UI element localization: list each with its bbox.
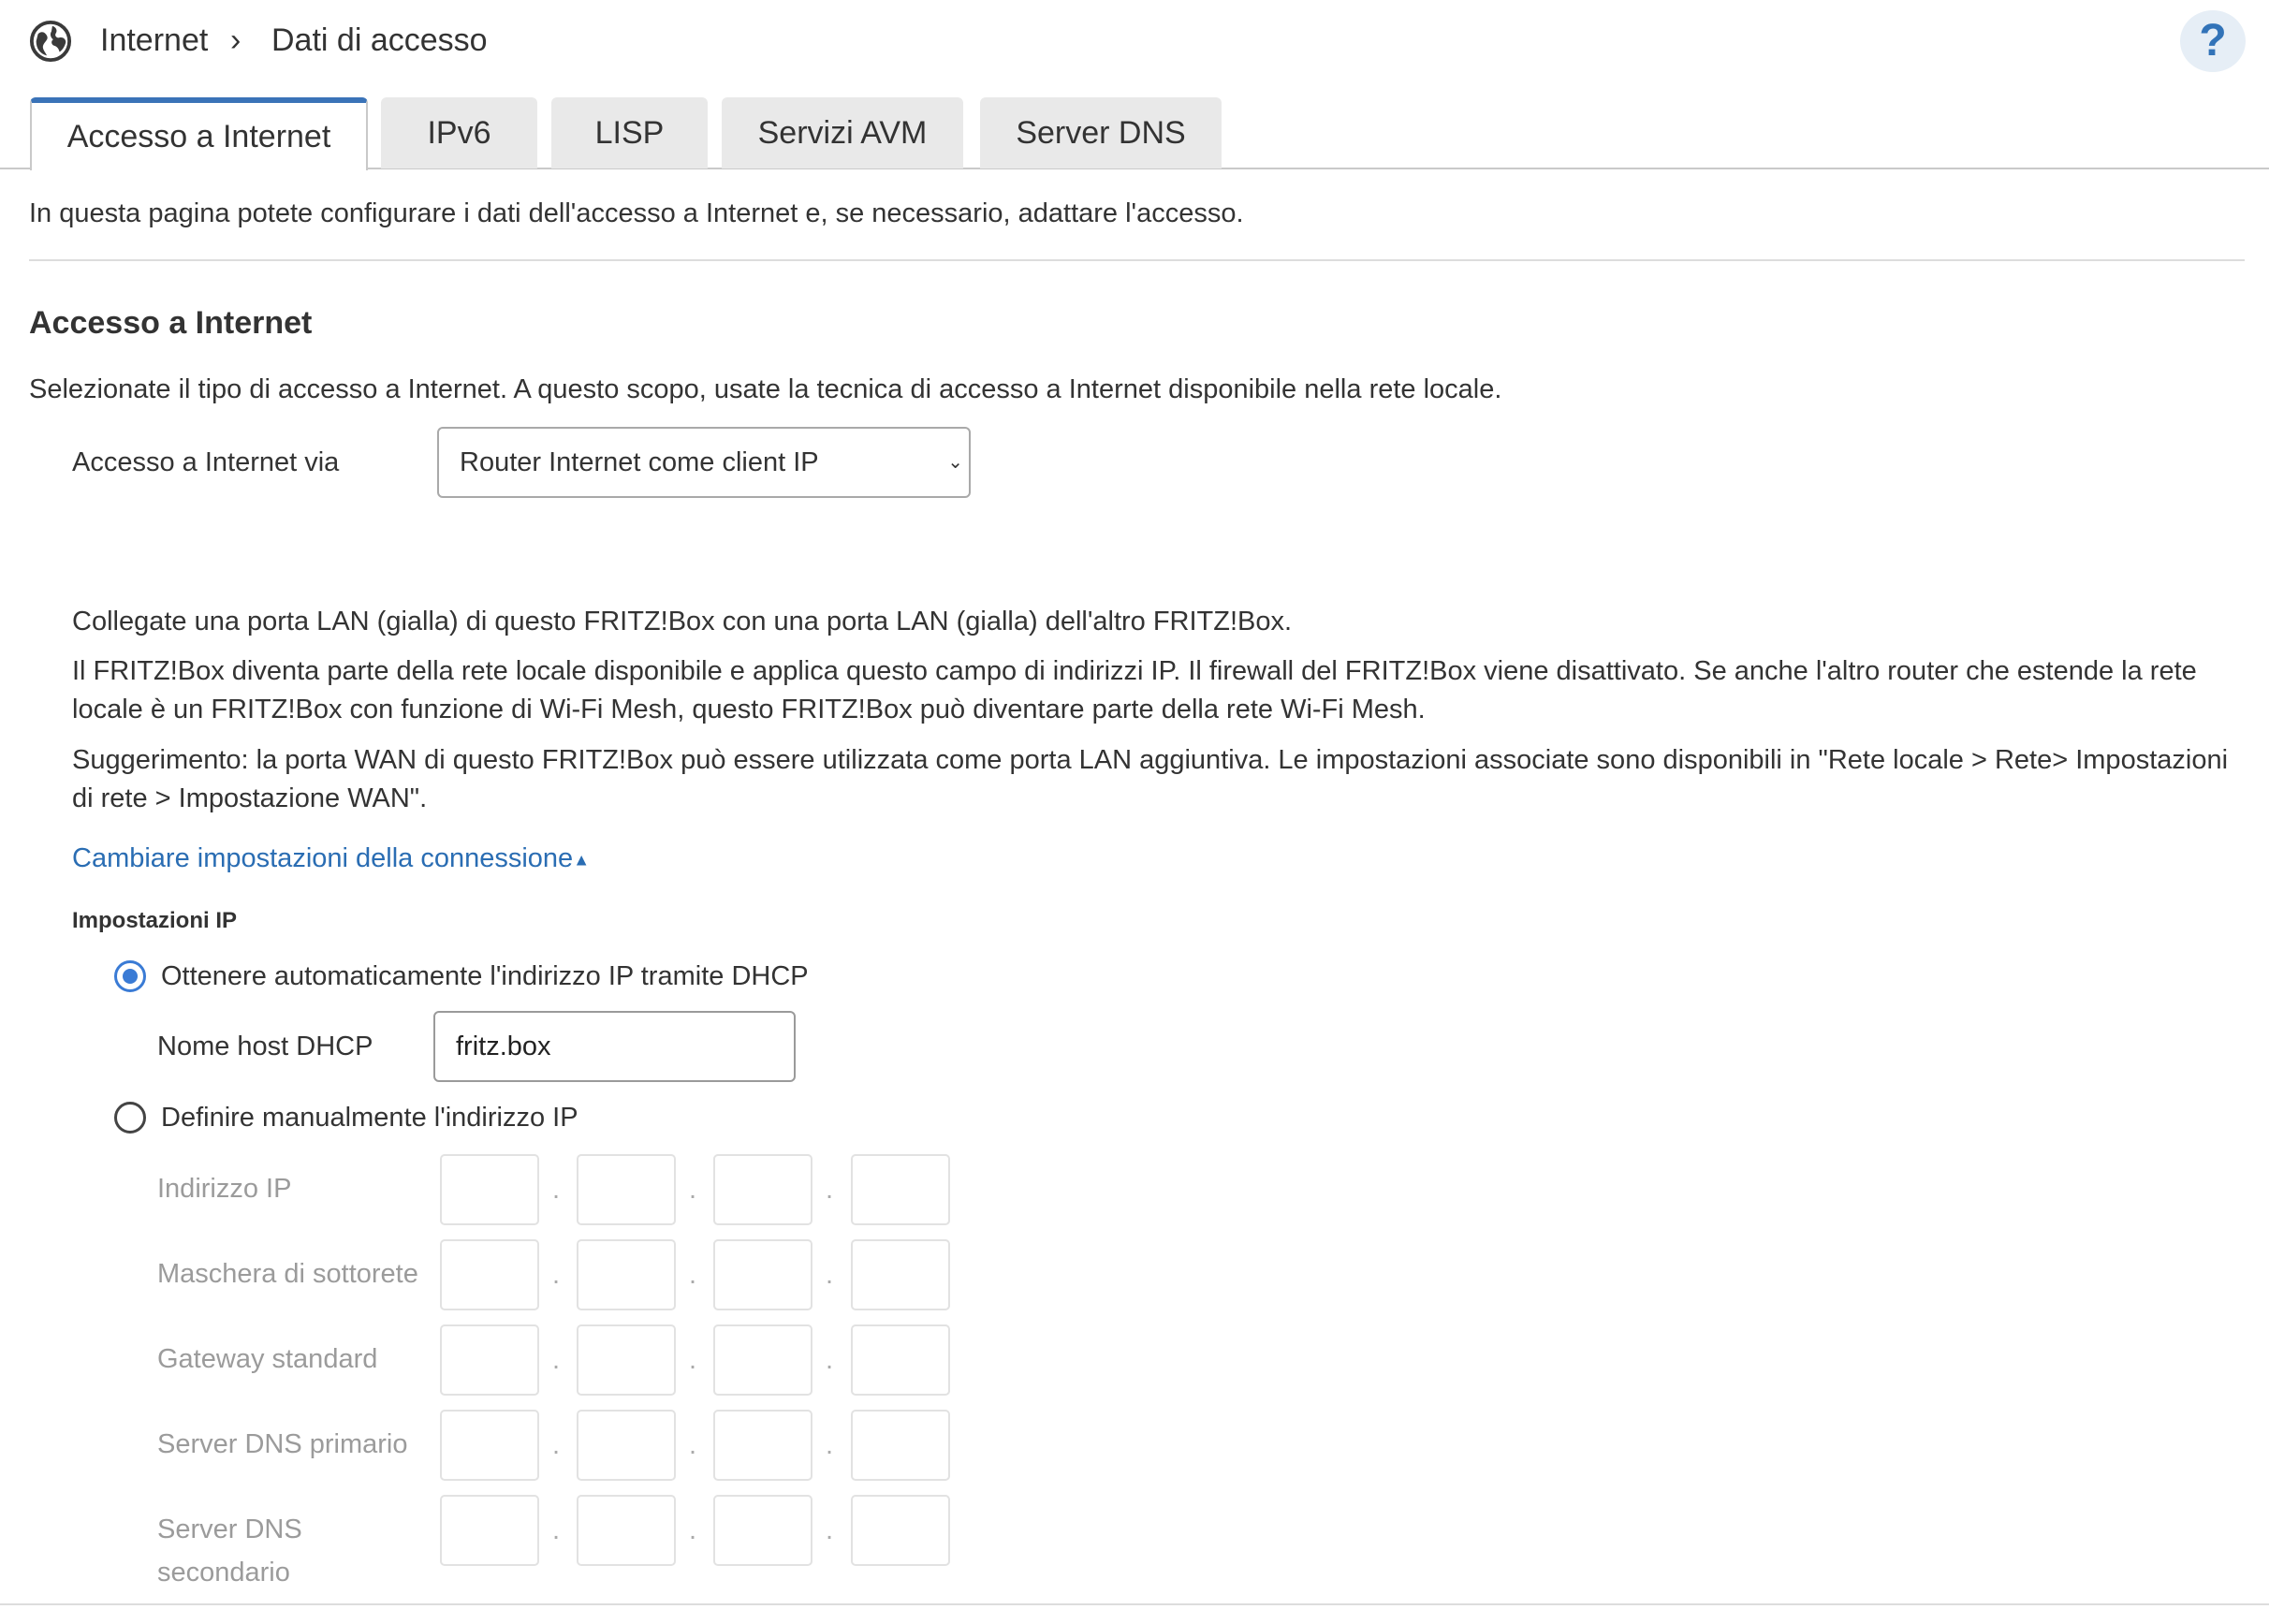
secondary-dns-octet-2[interactable] [577,1495,676,1566]
chevron-down-icon: ⌄ [947,452,963,473]
primary-dns-octet-2[interactable] [577,1410,676,1481]
octet-separator: . [689,1260,697,1290]
info-paragraph-1: Collegate una porta LAN (gialla) di ques… [72,607,1293,636]
octet-separator: . [689,1345,697,1375]
dhcp-option-label[interactable]: Ottenere automaticamente l'indirizzo IP … [161,957,809,996]
manual-ip-option-label[interactable]: Definire manualmente l'indirizzo IP [161,1098,578,1137]
ip-address-octet-1[interactable] [440,1154,539,1225]
subnet-mask-octet-1[interactable] [440,1239,539,1310]
secondary-dns-octet-3[interactable] [713,1495,812,1566]
access-type-value: Router Internet come client IP [460,447,819,477]
ip-address-octet-3[interactable] [713,1154,812,1225]
octet-separator: . [689,1175,697,1205]
bottom-divider [0,1603,2269,1605]
tab-server-dns[interactable]: Server DNS [980,97,1222,168]
change-connection-settings-label: Cambiare impostazioni della connessione [72,843,574,873]
ip-settings-title: Impostazioni IP [72,908,238,933]
primary-dns-octet-4[interactable] [851,1410,950,1481]
secondary-dns-octet-4[interactable] [851,1495,950,1566]
info-paragraph-3-line-1: Suggerimento: la porta WAN di questo FRI… [72,745,2229,775]
octet-separator: . [826,1345,834,1375]
octet-separator: . [552,1430,561,1460]
tab-lisp[interactable]: LISP [551,97,708,168]
info-paragraph-3-line-2: di rete > Impostazione WAN". [72,783,428,813]
section-description: Selezionate il tipo di accesso a Interne… [29,374,1502,404]
octet-separator: . [552,1260,561,1290]
divider [29,259,2245,261]
subnet-mask-octet-2[interactable] [577,1239,676,1310]
octet-separator: . [552,1175,561,1205]
default-gateway-octet-4[interactable] [851,1324,950,1396]
ip-address-label: Indirizzo IP [157,1174,292,1204]
info-paragraph-2-line-1: Il FRITZ!Box diventa parte della rete lo… [72,656,2197,686]
secondary-dns-label-line-1: Server DNS [157,1514,302,1544]
change-connection-settings-link[interactable]: Cambiare impostazioni della connessione▲ [72,839,590,879]
subnet-mask-label: Maschera di sottorete [157,1259,418,1289]
octet-separator: . [689,1515,697,1545]
default-gateway-octet-2[interactable] [577,1324,676,1396]
dhcp-hostname-input[interactable]: fritz.box [433,1011,796,1082]
octet-separator: . [826,1175,834,1205]
access-type-select[interactable]: Router Internet come client IP ⌄ [437,427,971,498]
octet-separator: . [689,1430,697,1460]
octet-separator: . [826,1260,834,1290]
ip-address-octet-2[interactable] [577,1154,676,1225]
default-gateway-label: Gateway standard [157,1344,378,1374]
access-type-label: Accesso a Internet via [72,447,340,477]
caret-up-icon: ▲ [573,850,591,870]
octet-separator: . [826,1515,834,1545]
help-button[interactable]: ? [2180,10,2246,72]
tab-ipv6[interactable]: IPv6 [381,97,537,168]
primary-dns-octet-1[interactable] [440,1410,539,1481]
subnet-mask-octet-3[interactable] [713,1239,812,1310]
chevron-right-icon: › [230,22,242,58]
octet-separator: . [552,1515,561,1545]
dhcp-hostname-label: Nome host DHCP [157,1031,373,1061]
page-intro: In questa pagina potete configurare i da… [29,198,1244,228]
secondary-dns-octet-1[interactable] [440,1495,539,1566]
default-gateway-octet-3[interactable] [713,1324,812,1396]
ip-address-octet-4[interactable] [851,1154,950,1225]
octet-separator: . [826,1430,834,1460]
dhcp-radio[interactable] [114,960,146,992]
section-title: Accesso a Internet [29,305,313,341]
globe-icon [29,20,72,63]
breadcrumb-internet[interactable]: Internet [100,22,208,59]
breadcrumb-current: Dati di accesso [271,22,488,58]
subnet-mask-octet-4[interactable] [851,1239,950,1310]
primary-dns-label: Server DNS primario [157,1429,408,1459]
secondary-dns-label-line-2: secondario [157,1558,290,1587]
manual-ip-radio[interactable] [114,1102,146,1134]
tab-servizi-avm[interactable]: Servizi AVM [722,97,963,168]
default-gateway-octet-1[interactable] [440,1324,539,1396]
octet-separator: . [552,1345,561,1375]
primary-dns-octet-3[interactable] [713,1410,812,1481]
tab-accesso-internet[interactable]: Accesso a Internet [30,97,368,170]
info-paragraph-2-line-2: locale è un FRITZ!Box con funzione di Wi… [72,695,1426,724]
